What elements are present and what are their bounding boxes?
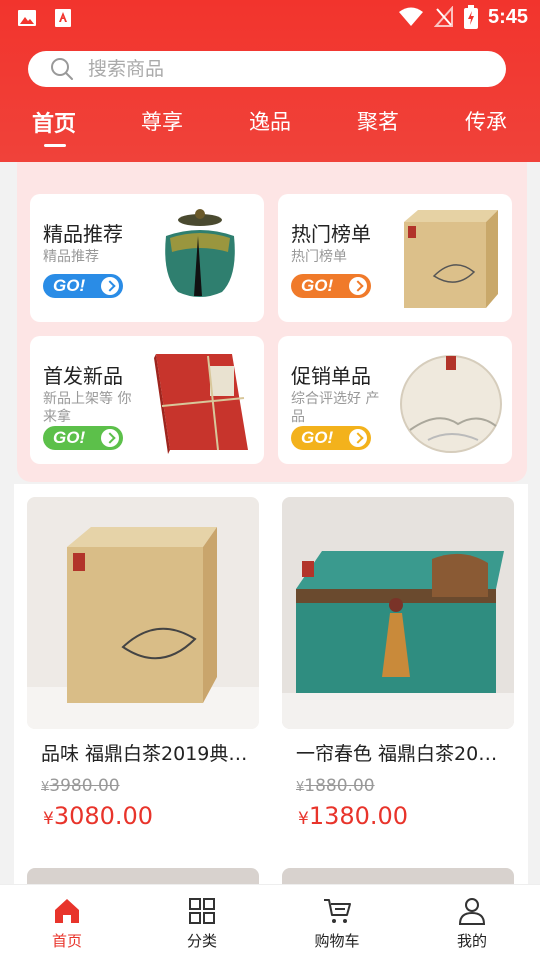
product-name: 品味 福鼎白茶2019典…	[41, 743, 248, 765]
search-input[interactable]	[88, 58, 468, 80]
pdf-notification-icon	[55, 9, 71, 27]
currency-symbol: ¥	[298, 809, 309, 829]
product-card[interactable]: 品味 福鼎白茶2019典… ¥3980.00 ¥3080.00	[27, 497, 259, 830]
card-title: 热门榜单	[291, 222, 371, 246]
sale-price: ¥3080.00	[43, 802, 154, 830]
tea-cake-image	[400, 355, 502, 453]
product-image[interactable]	[282, 497, 514, 729]
card-title: 精品推荐	[43, 222, 123, 246]
nav-label: 购物车	[314, 932, 360, 950]
card-subtitle: 新品上架等 你来拿	[43, 391, 132, 425]
promo-card-promotion[interactable]: 促销单品 综合评选好 产品 GO!	[278, 336, 512, 464]
card-title: 促销单品	[291, 364, 371, 388]
card-subtitle: 热门榜单	[291, 249, 347, 265]
active-tab-indicator	[44, 144, 66, 147]
bottom-navigation: 首页 分类 购物车 我的	[0, 884, 540, 960]
status-bar: 5:45	[0, 0, 540, 38]
card-subtitle: 精品推荐	[43, 249, 99, 265]
gallery-notification-icon	[18, 10, 36, 26]
tab-home[interactable]: 首页	[14, 106, 94, 138]
wifi-icon	[398, 7, 423, 26]
nav-label: 我的	[456, 932, 487, 950]
arrow-right-icon	[349, 277, 367, 295]
product-card[interactable]: 一帘春色 福鼎白茶20… ¥1880.00 ¥1380.00	[282, 497, 514, 830]
tea-jar-image	[165, 209, 235, 297]
product-image[interactable]	[27, 497, 259, 729]
product-name: 一帘春色 福鼎白茶20…	[296, 743, 498, 765]
go-button[interactable]: GO!	[43, 426, 123, 450]
tab-zunxiang[interactable]: 尊享	[122, 106, 202, 136]
grid-icon	[189, 898, 215, 924]
card-title: 首发新品	[43, 364, 123, 388]
tab-jumming[interactable]: 聚茗	[338, 106, 418, 136]
original-price: ¥3980.00	[41, 776, 120, 796]
nav-label: 分类	[186, 932, 217, 950]
promo-card-new-arrivals[interactable]: 首发新品 新品上架等 你来拿 GO!	[30, 336, 264, 464]
promo-section: 精品推荐 精品推荐 GO! 热门榜单 热门榜单 GO! 首发新品 新品上架等 你…	[17, 140, 527, 482]
nav-home[interactable]: 首页	[22, 895, 112, 951]
product-grid: 品味 福鼎白茶2019典… ¥3980.00 ¥3080.00 一帘春色 福鼎白…	[14, 484, 528, 888]
go-button[interactable]: GO!	[43, 274, 123, 298]
cart-icon	[324, 899, 351, 923]
original-price: ¥1880.00	[296, 776, 375, 796]
search-bar[interactable]	[28, 51, 506, 87]
arrow-right-icon	[101, 277, 119, 295]
promo-card-hot-list[interactable]: 热门榜单 热门榜单 GO!	[278, 194, 512, 322]
nav-cart[interactable]: 购物车	[292, 895, 382, 951]
no-signal-icon	[433, 6, 453, 27]
search-icon	[51, 58, 73, 80]
red-book-set-image	[154, 354, 248, 454]
user-icon	[458, 898, 486, 925]
bamboo-box-image	[404, 210, 498, 308]
nav-category[interactable]: 分类	[157, 895, 247, 951]
currency-symbol: ¥	[43, 809, 54, 829]
tab-chuancheng[interactable]: 传承	[446, 106, 526, 136]
arrow-right-icon	[101, 429, 119, 447]
battery-charging-icon	[463, 5, 478, 29]
arrow-right-icon	[349, 429, 367, 447]
teal-gift-box-photo	[282, 497, 514, 729]
tab-yipin[interactable]: 逸品	[230, 106, 310, 136]
nav-label: 首页	[51, 932, 82, 950]
app-header: 5:45 首页 尊享 逸品 聚茗 传承	[0, 0, 540, 162]
status-time: 5:45	[487, 5, 528, 28]
category-tabs: 首页 尊享 逸品 聚茗 传承	[0, 100, 540, 146]
nav-profile[interactable]: 我的	[427, 895, 517, 951]
go-button[interactable]: GO!	[291, 274, 371, 298]
home-icon	[55, 899, 79, 923]
promo-card-featured[interactable]: 精品推荐 精品推荐 GO!	[30, 194, 264, 322]
bamboo-box-photo	[27, 497, 259, 729]
sale-price: ¥1380.00	[298, 802, 409, 830]
card-subtitle: 综合评选好 产品	[291, 391, 380, 425]
go-button[interactable]: GO!	[291, 426, 371, 450]
